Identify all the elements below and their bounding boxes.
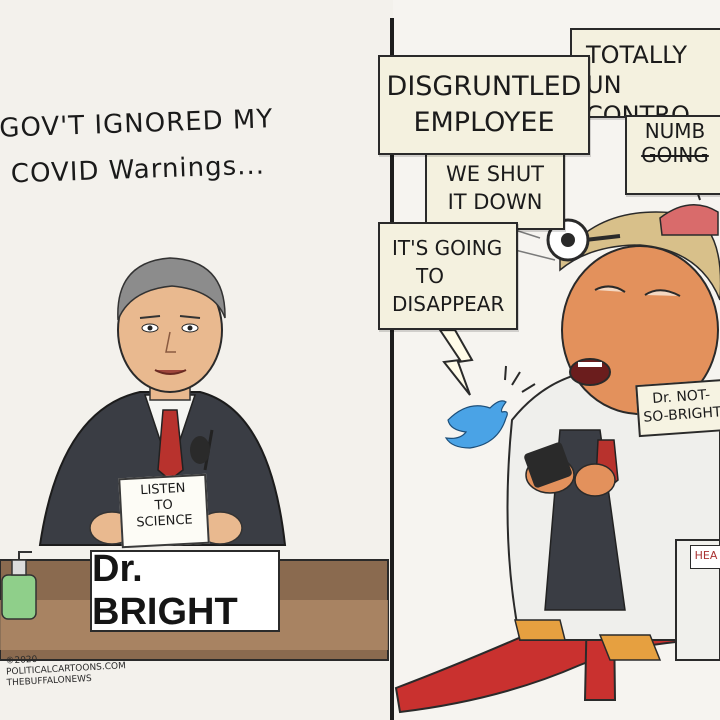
claw-foot-right: [598, 634, 662, 661]
held-paper-line-3: SCIENCE: [135, 512, 194, 531]
sign-3-line-2: GOING: [641, 143, 709, 167]
sign-5-line-1: IT'S GOING: [392, 236, 503, 260]
cap-propeller-icon: [659, 204, 719, 236]
listen-to-science-paper: LISTEN TO SCIENCE: [118, 473, 210, 549]
sign-4-line-1: WE SHUT: [445, 162, 545, 186]
sign-totally-uncontrolled: TOTALLY UN CONTRO: [570, 28, 720, 118]
bottle-label-text: HEA: [694, 549, 718, 562]
sign-its-going-to-disappear: IT'S GOING TO DISAPPEAR: [378, 222, 518, 330]
desk-nameplate: Dr. BRIGHT: [90, 548, 280, 633]
sign-we-shut-it-down: WE SHUT IT DOWN: [425, 150, 565, 230]
sign-numbers-going: NUMB GOING: [625, 115, 720, 195]
sign-5-line-3: DISAPPEAR: [392, 292, 505, 316]
claw-foot-left: [514, 619, 566, 641]
bottle-label: HEA: [690, 545, 720, 569]
twitter-bird-icon: [444, 400, 508, 449]
name-badge: Dr. NOT- SO-BRIGHT: [635, 378, 720, 438]
nameplate-text: Dr. BRIGHT: [92, 548, 238, 633]
sign-2-line-1: TOTALLY UN: [586, 41, 687, 99]
sign-1-line-1: DISGRUNTLED: [386, 71, 582, 102]
sign-1-line-2: EMPLOYEE: [413, 107, 555, 138]
sign-3-line-1: NUMB: [644, 119, 706, 143]
sign-5-line-2: TO: [416, 264, 444, 288]
sign-4-line-2: IT DOWN: [447, 190, 543, 214]
microphone-icon: [190, 436, 210, 464]
sign-disgruntled-employee: DISGRUNTLED EMPLOYEE: [378, 55, 590, 155]
sanitizer-bottle-icon: [1, 574, 37, 620]
speech-tail: [438, 329, 474, 396]
caption: GOV'T IGNORED MY COVID Warnings...: [0, 94, 332, 197]
